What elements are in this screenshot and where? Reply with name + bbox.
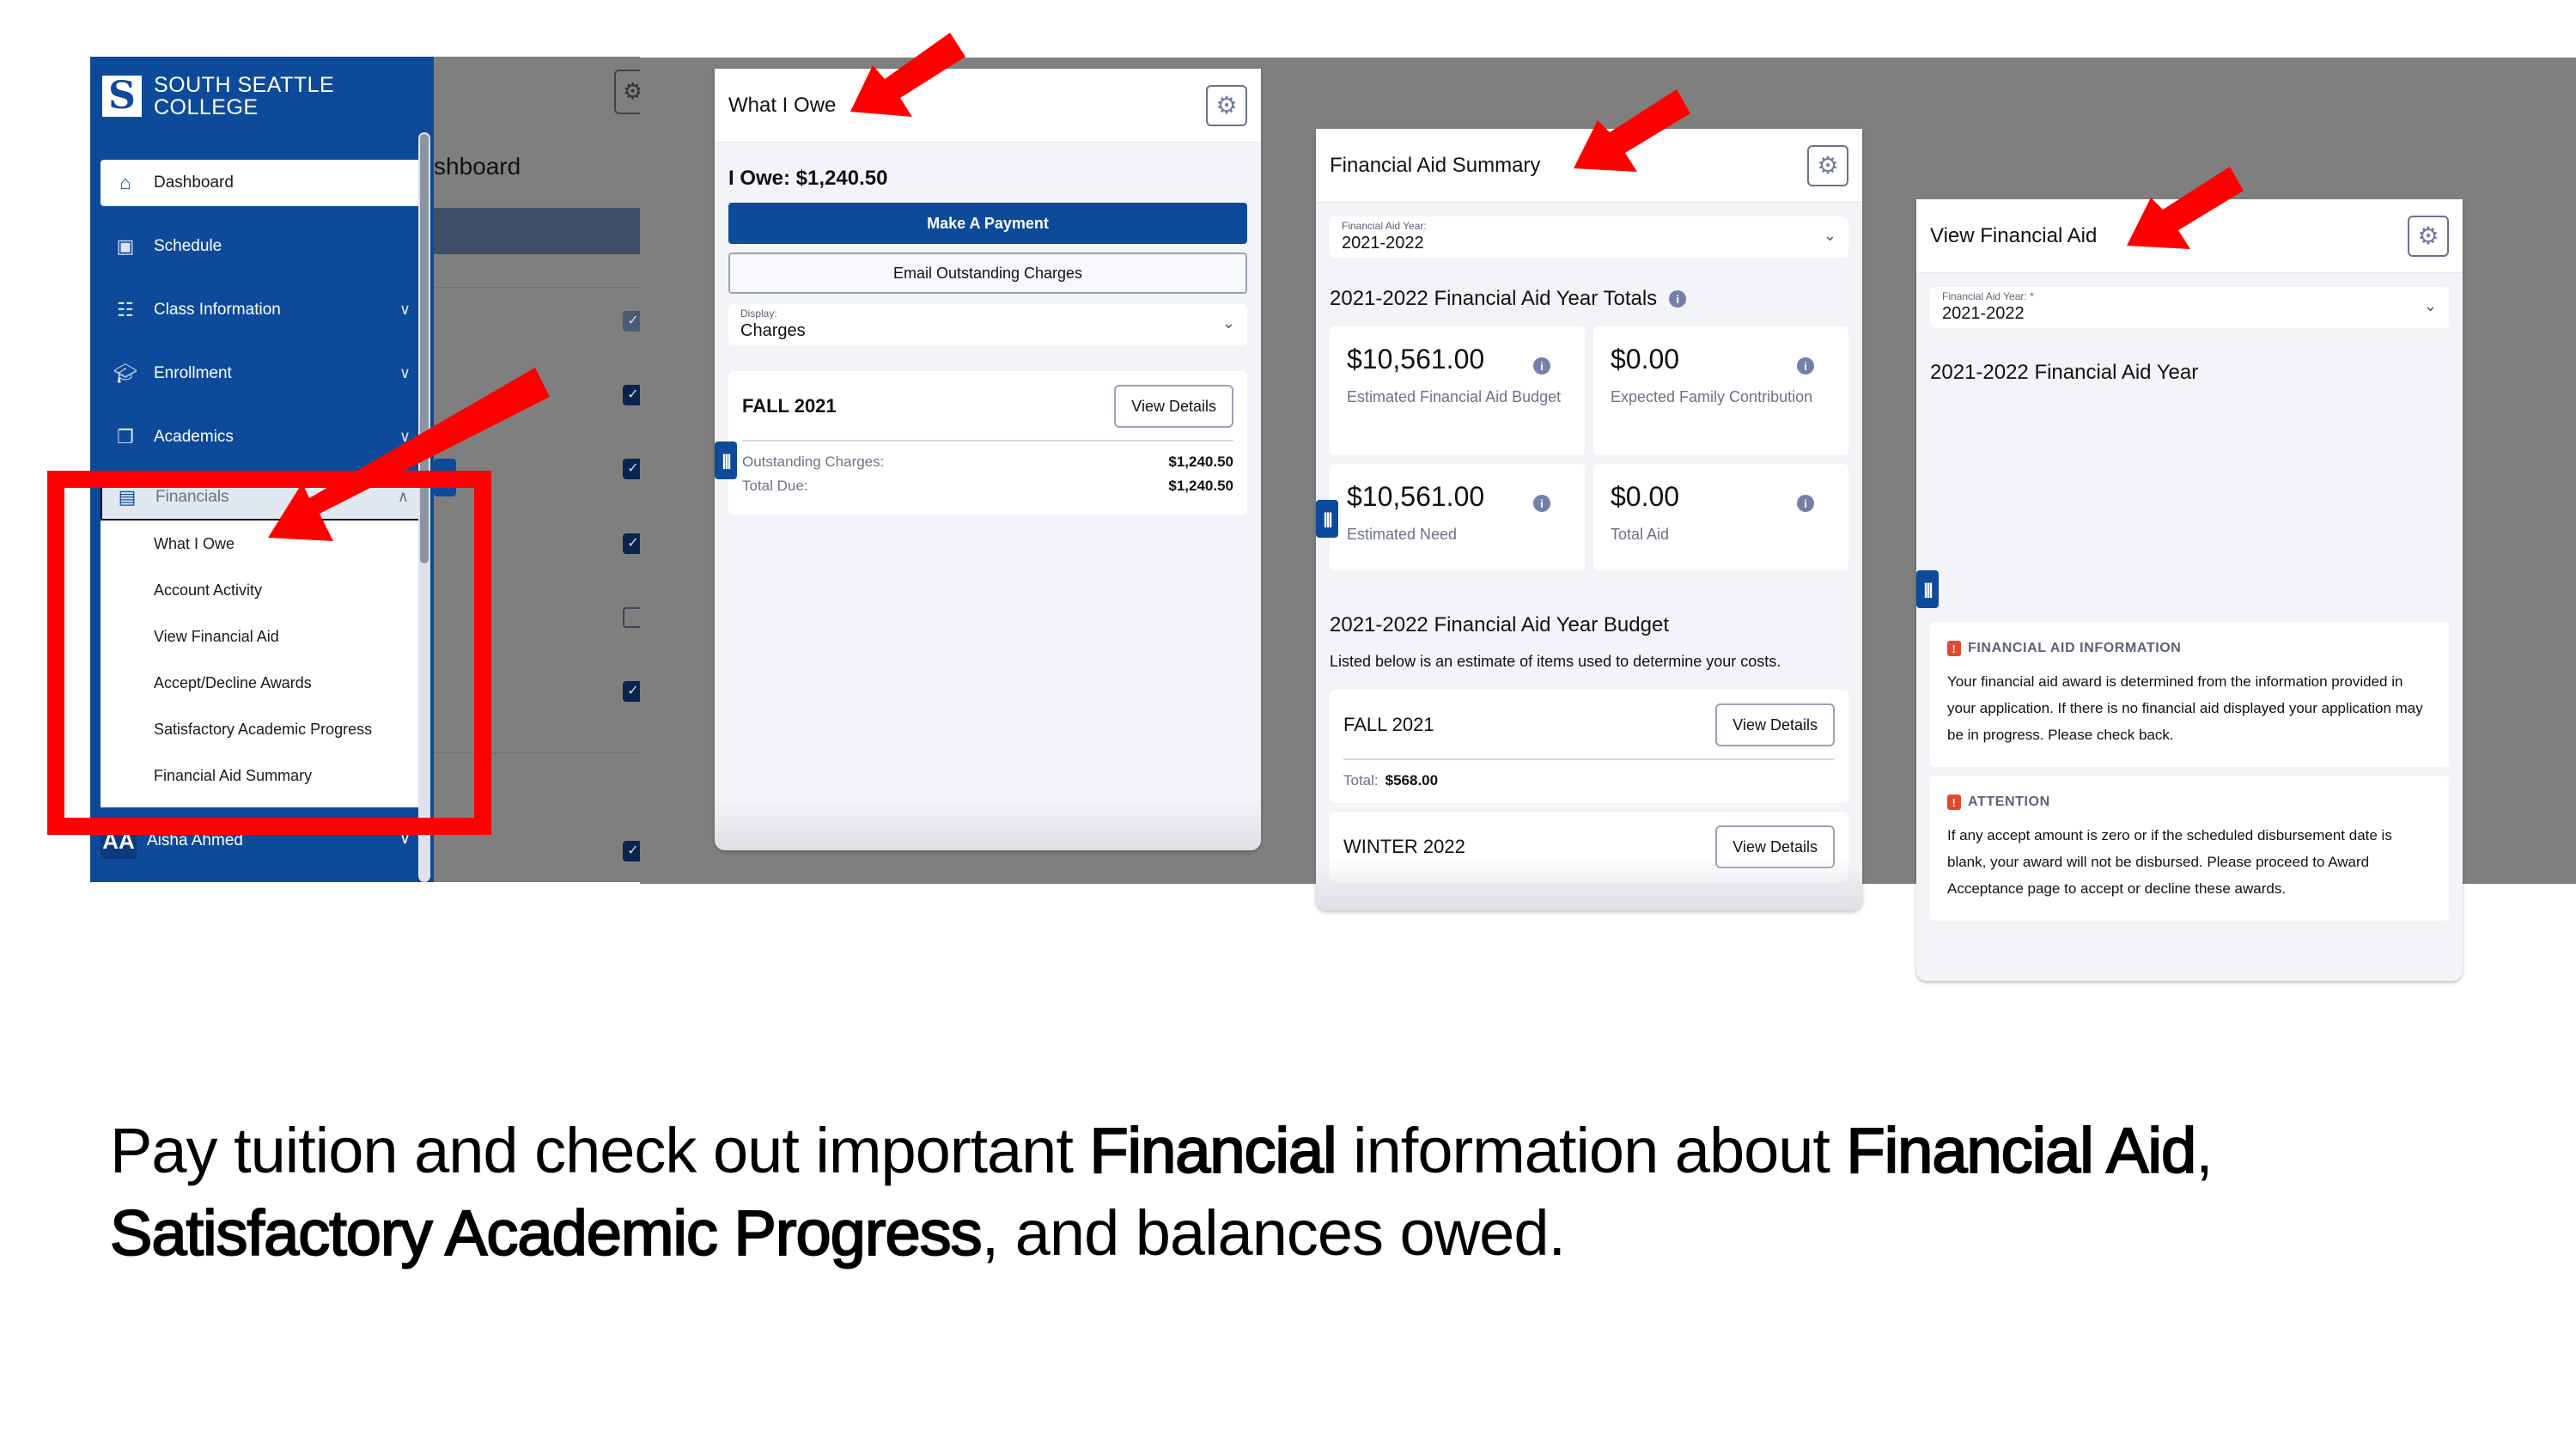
arrow-to-what-i-owe-title [850, 33, 965, 117]
arrow-to-fa-summary-title [1574, 89, 1690, 172]
caption-emphasis: Financial [1088, 1114, 1337, 1187]
arrow-to-view-fa-title [2127, 167, 2244, 249]
caption-text: Pay tuition and check out important [110, 1115, 1090, 1186]
arrow-to-what-i-owe [268, 368, 550, 541]
caption-text: , [2195, 1115, 2214, 1186]
caption-emphasis: Financial Aid [1846, 1114, 2198, 1187]
caption-text: information about [1336, 1115, 1847, 1186]
slide-caption: Pay tuition and check out important Fina… [109, 1110, 2515, 1275]
caption-emphasis: Satisfactory Academic Progress [109, 1196, 984, 1269]
caption-text: , and balances owed. [981, 1197, 1566, 1269]
annotation-arrows [268, 33, 2244, 541]
